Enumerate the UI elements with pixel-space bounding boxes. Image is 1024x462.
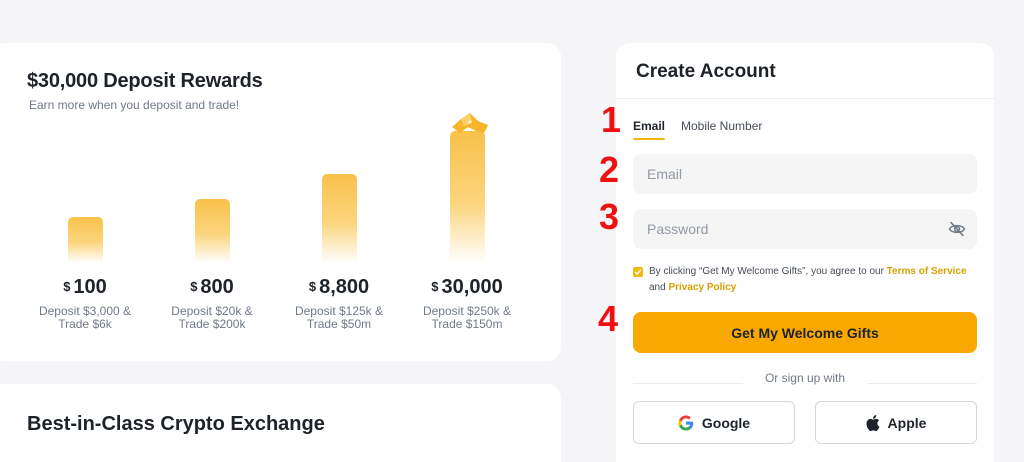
- google-label: Google: [701, 414, 751, 431]
- annotation-step-3: 3: [599, 196, 620, 237]
- annotation-step-4: 4: [598, 298, 619, 339]
- apple-signup-button[interactable]: Apple: [815, 401, 977, 444]
- email-input[interactable]: [633, 154, 977, 194]
- create-account-title: Create Account: [636, 61, 776, 82]
- tab-mobile-number[interactable]: Mobile Number: [681, 119, 762, 133]
- terms-text: By clicking “Get My Welcome Gifts”, you …: [649, 266, 967, 293]
- tier-amount-4: $30,000: [431, 276, 503, 298]
- tier-amount-2: $800: [190, 276, 234, 298]
- tier-bar-2: [195, 199, 230, 263]
- tab-email[interactable]: Email: [633, 119, 666, 140]
- tier-desc-3: Deposit $125k & Trade $50m: [294, 304, 384, 331]
- rewards-title: $30,000 Deposit Rewards: [27, 70, 263, 92]
- tier-amount-3: $8,800: [308, 276, 370, 298]
- tier-bar-1: [68, 217, 103, 263]
- password-input[interactable]: [633, 209, 977, 249]
- header-divider: [616, 98, 994, 99]
- terms-checkbox[interactable]: [633, 267, 643, 277]
- get-welcome-gifts-button[interactable]: Get My Welcome Gifts: [633, 312, 977, 353]
- google-icon: [678, 415, 694, 430]
- tier-desc-2: Deposit $20k & Trade $200k: [171, 304, 253, 331]
- rewards-subtitle: Earn more when you deposit and trade!: [29, 98, 240, 112]
- tier-desc-1: Deposit $3,000 & Trade $6k: [38, 304, 132, 331]
- annotation-step-2: 2: [599, 149, 620, 190]
- apple-icon: [866, 414, 879, 431]
- terms-of-service-link[interactable]: Terms of Service: [887, 266, 967, 277]
- check-icon: [634, 269, 642, 276]
- exchange-title: Best-in-Class Crypto Exchange: [27, 413, 325, 435]
- or-sign-up-with: Or sign up with: [616, 371, 994, 385]
- privacy-policy-link[interactable]: Privacy Policy: [668, 282, 736, 293]
- tier-bar-3: [322, 174, 357, 263]
- apple-label: Apple: [887, 414, 927, 431]
- google-signup-button[interactable]: Google: [633, 401, 795, 444]
- tier-bar-4: [450, 131, 485, 263]
- eye-off-icon[interactable]: [948, 221, 966, 237]
- exchange-card: Best-in-Class Crypto Exchange: [0, 384, 561, 462]
- crown-icon: [452, 113, 488, 133]
- tier-desc-4: Deposit $250k & Trade $150m: [422, 304, 512, 331]
- create-account-card: Create Account Email Mobile Number By cl…: [616, 43, 994, 462]
- annotation-step-1: 1: [601, 99, 622, 140]
- deposit-rewards-card: $30,000 Deposit Rewards Earn more when y…: [0, 43, 561, 361]
- tier-amount-1: $100: [63, 276, 107, 298]
